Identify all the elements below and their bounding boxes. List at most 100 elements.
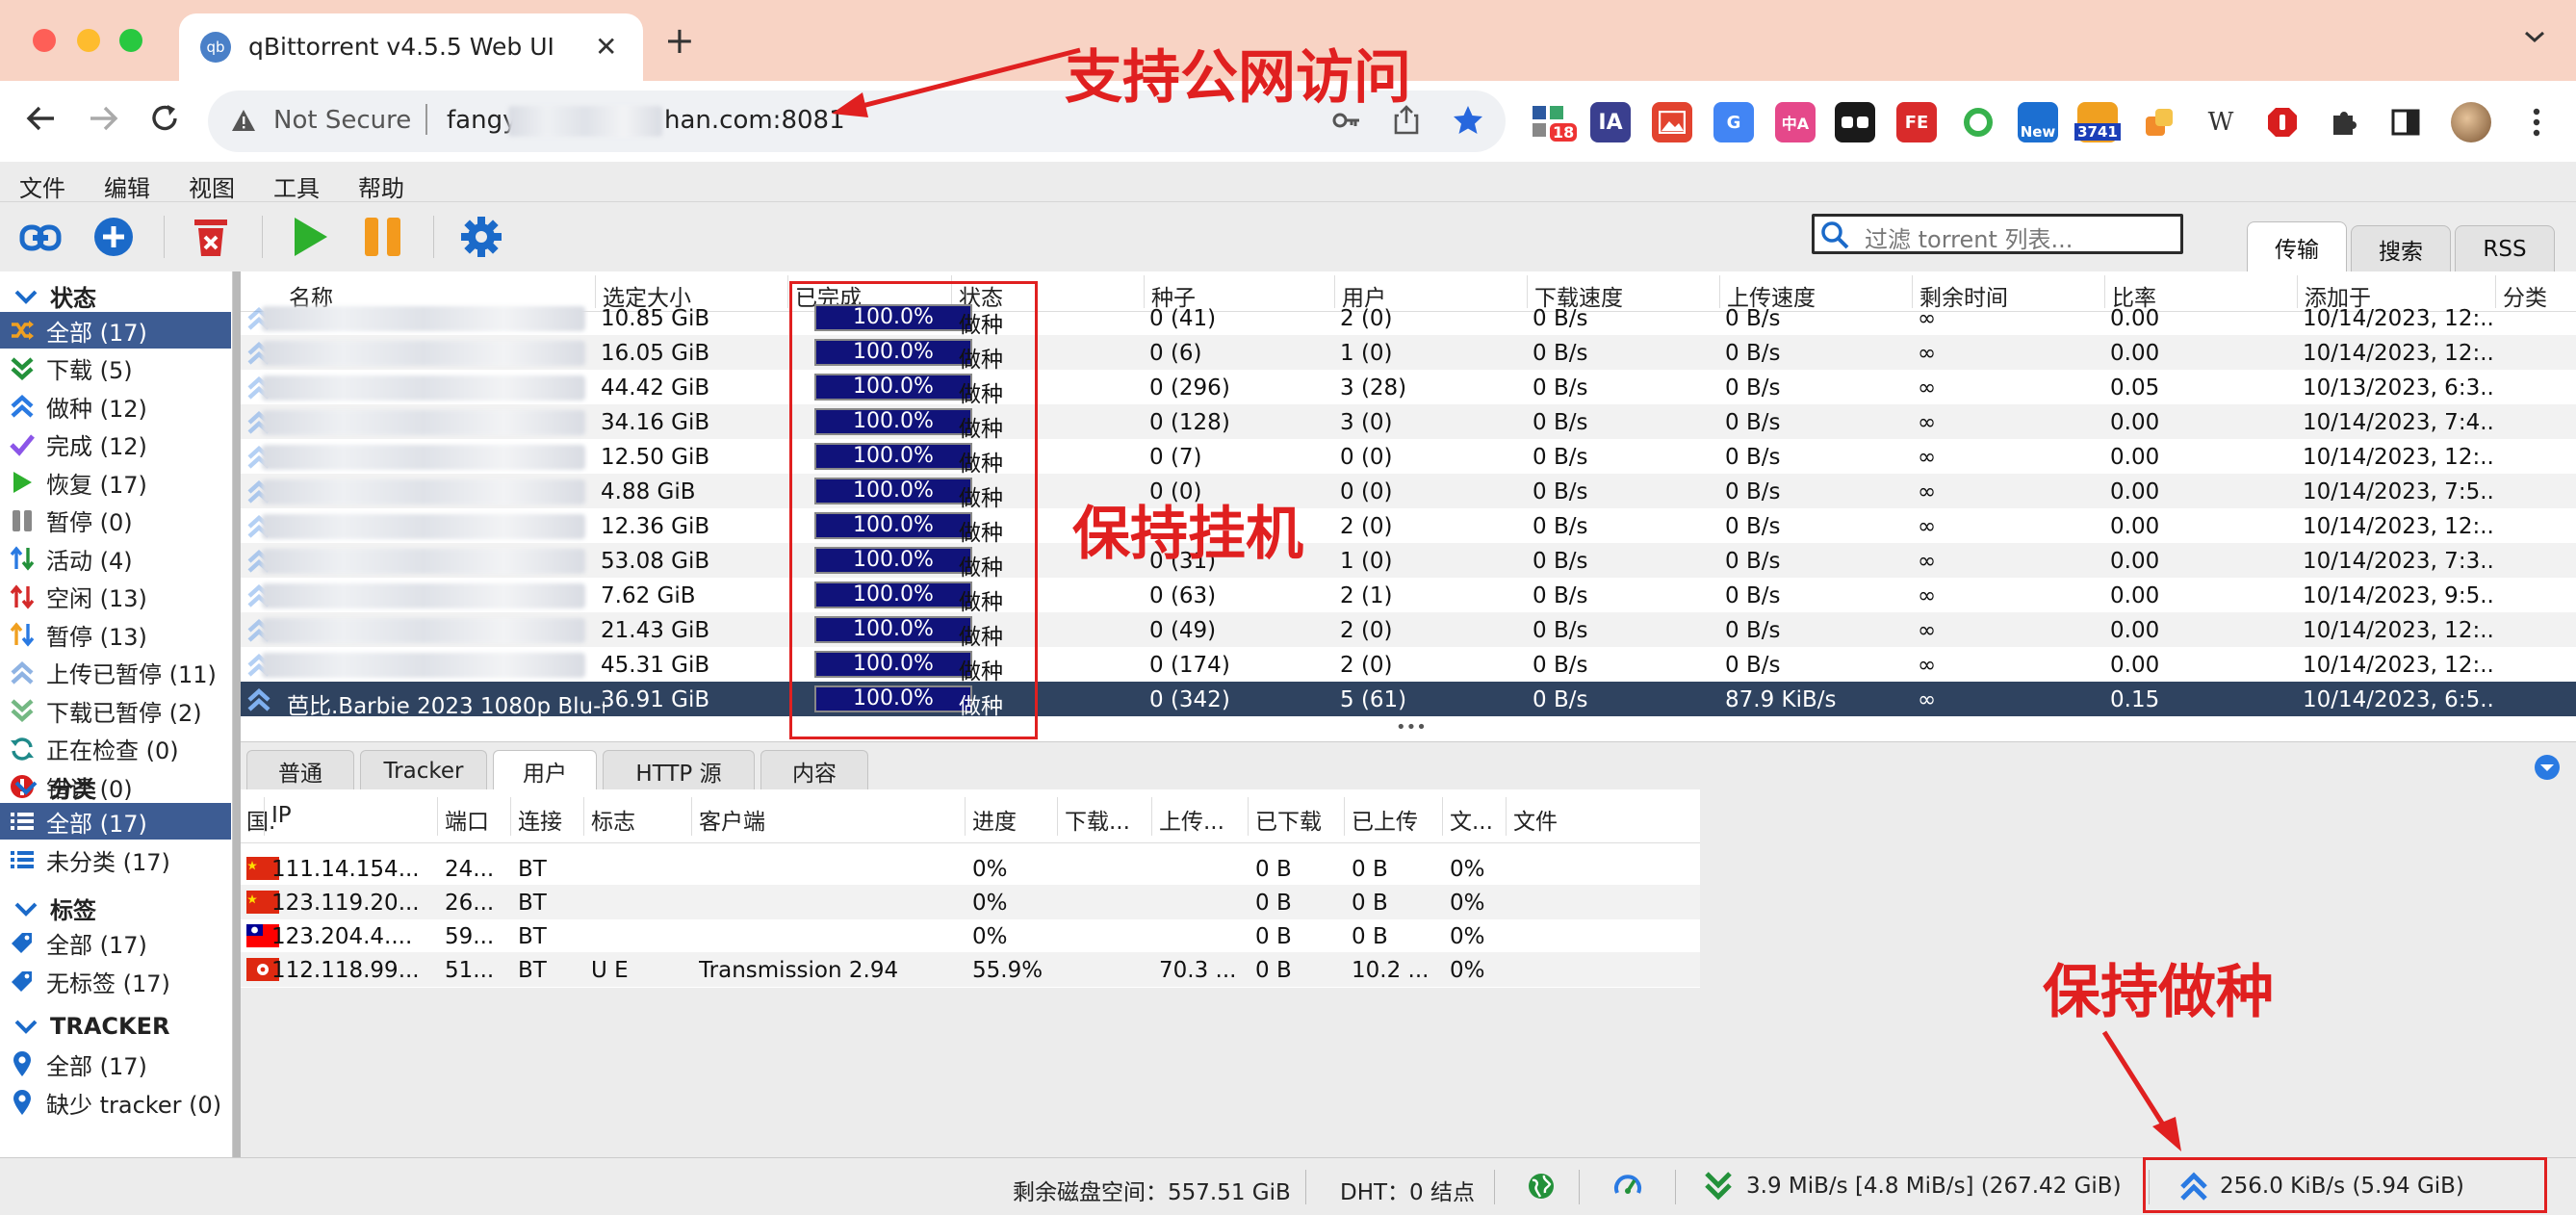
- column-divider[interactable]: [1344, 797, 1345, 836]
- profile-avatar[interactable]: [2451, 102, 2491, 142]
- status-filter-item[interactable]: 完成 (12): [0, 427, 231, 463]
- torrent-row[interactable]: 53.08 GiB 100.0% 做种 0 (31) 1 (0) 0 B/s 0 B/s ∞ 0…: [241, 543, 2576, 581]
- status-filter-item[interactable]: 下载已暂停 (2): [0, 692, 231, 729]
- torrent-row[interactable]: 12.36 GiB 100.0% 做种 2 (0) 0 B/s 0 B/s ∞ 0.00 10/…: [241, 508, 2576, 546]
- torrent-row[interactable]: 7.62 GiB 100.0% 做种 0 (63) 2 (1) 0 B/s 0 B/s ∞ 0.…: [241, 578, 2576, 615]
- ext-ring-icon[interactable]: [1958, 102, 1998, 142]
- add-torrent-icon[interactable]: [92, 216, 135, 258]
- new-tab-icon[interactable]: +: [664, 21, 695, 60]
- peer-column-header[interactable]: IP: [271, 803, 292, 828]
- ext-rss-count-icon[interactable]: 3741: [2074, 102, 2121, 142]
- status-filter-item[interactable]: 暂停 (13): [0, 616, 231, 653]
- ext-shapes-icon[interactable]: [2139, 102, 2179, 142]
- column-divider[interactable]: [437, 797, 438, 836]
- column-divider[interactable]: [510, 797, 511, 836]
- browser-tab[interactable]: qb qBittorrent v4.5.5 Web UI ✕: [179, 13, 643, 81]
- ext-glasses-icon[interactable]: [1835, 102, 1875, 142]
- category-uncategorized[interactable]: 未分类 (17): [0, 841, 231, 878]
- column-divider[interactable]: [1248, 797, 1249, 836]
- peer-column-header[interactable]: 标志: [591, 803, 635, 836]
- filter-input[interactable]: 过滤 torrent 列表...: [1812, 214, 2183, 254]
- column-divider[interactable]: [264, 797, 265, 836]
- column-divider[interactable]: [583, 797, 584, 836]
- column-divider[interactable]: [1151, 797, 1152, 836]
- ext-image-icon[interactable]: [1652, 102, 1692, 142]
- ext-mail-icon[interactable]: 18: [1531, 102, 1578, 142]
- torrent-row[interactable]: 芭比.Barbie 2023 1080p Blu-r... 36.91 GiB 10…: [241, 682, 2576, 719]
- tab-rss[interactable]: RSS: [2455, 225, 2555, 271]
- peer-column-header[interactable]: 下载...: [1065, 803, 1130, 836]
- category-section-header[interactable]: 分类: [13, 770, 96, 804]
- sidebar-splitter[interactable]: [233, 271, 241, 1157]
- ext-translate-icon[interactable]: G: [1713, 102, 1754, 142]
- ext-translate-cn-icon[interactable]: 中A: [1775, 102, 1816, 142]
- torrent-row[interactable]: 34.16 GiB 100.0% 做种 0 (128) 3 (0) 0 B/s 0 B/s ∞…: [241, 404, 2576, 442]
- status-filter-item[interactable]: 空闲 (13): [0, 579, 231, 615]
- peer-column-header[interactable]: 端口: [445, 803, 489, 836]
- torrent-row[interactable]: 21.43 GiB 100.0% 做种 0 (49) 2 (0) 0 B/s 0 B/s ∞ 0…: [241, 612, 2576, 650]
- torrent-row[interactable]: 45.31 GiB 100.0% 做种 0 (174) 2 (0) 0 B/s 0 B/s ∞…: [241, 647, 2576, 685]
- category-all[interactable]: 全部 (17): [0, 803, 231, 840]
- column-divider[interactable]: [1442, 797, 1443, 836]
- status-filter-item[interactable]: 恢复 (17): [0, 464, 231, 501]
- status-filter-item[interactable]: 活动 (4): [0, 540, 231, 577]
- ext-adblock-icon[interactable]: [2262, 102, 2303, 142]
- peer-column-header[interactable]: 已下载: [1255, 803, 1322, 836]
- back-icon[interactable]: [25, 102, 58, 135]
- torrent-row[interactable]: 44.42 GiB 100.0% 做种 0 (296) 3 (28) 0 B/s 0 B/s…: [241, 370, 2576, 407]
- peer-row[interactable]: 111.14.154... 24... BT 0% 0 B 0 B 0%: [241, 851, 1700, 886]
- status-filter-item[interactable]: 做种 (12): [0, 388, 231, 425]
- detail-tab-general[interactable]: 普通: [246, 750, 354, 790]
- column-divider[interactable]: [1506, 797, 1507, 836]
- menu-tools[interactable]: 工具: [273, 169, 320, 203]
- tracker-section-header[interactable]: TRACKER: [13, 1013, 170, 1040]
- tab-transfers[interactable]: 传输: [2247, 221, 2347, 271]
- ext-wikipedia-icon[interactable]: W: [2201, 102, 2241, 142]
- column-divider[interactable]: [1057, 797, 1058, 836]
- tag-all[interactable]: 全部 (17): [0, 924, 231, 961]
- torrent-row[interactable]: 4.88 GiB 100.0% 做种 0 (0) 0 (0) 0 B/s 0 B/s ∞ 0.0…: [241, 474, 2576, 511]
- menu-help[interactable]: 帮助: [358, 169, 404, 203]
- speed-limit-icon[interactable]: [1613, 1172, 1642, 1201]
- peer-column-header[interactable]: 上传...: [1159, 803, 1224, 836]
- tab-search[interactable]: 搜索: [2351, 225, 2451, 271]
- menu-file[interactable]: 文件: [19, 169, 65, 203]
- window-minimize-button[interactable]: [77, 29, 100, 52]
- tracker-missing[interactable]: 缺少 tracker (0): [0, 1084, 231, 1121]
- detail-tab-peers[interactable]: 用户: [493, 750, 597, 790]
- pause-icon[interactable]: [362, 216, 404, 258]
- peer-row[interactable]: 123.204.4.... 59... BT 0% 0 B 0 B 0%: [241, 918, 1700, 953]
- column-divider[interactable]: [965, 797, 966, 836]
- window-maximize-button[interactable]: [119, 29, 142, 52]
- peer-row[interactable]: 112.118.99... 51... BT U E Transmission 2.94…: [241, 952, 1700, 987]
- panel-resize-handle[interactable]: •••: [1396, 719, 1427, 733]
- status-filter-item[interactable]: 暂停 (0): [0, 503, 231, 539]
- forward-icon[interactable]: [87, 102, 119, 135]
- resume-icon[interactable]: [291, 216, 329, 258]
- tab-search-chevron-icon[interactable]: [2524, 29, 2545, 44]
- ext-new-icon[interactable]: New: [2018, 102, 2058, 142]
- warning-icon[interactable]: [231, 108, 256, 133]
- browser-menu-icon[interactable]: [2516, 102, 2557, 142]
- delete-icon[interactable]: [191, 216, 231, 258]
- torrent-row[interactable]: 12.50 GiB 100.0% 做种 0 (7) 0 (0) 0 B/s 0 B/s ∞ 0.…: [241, 439, 2576, 477]
- add-link-icon[interactable]: [19, 220, 62, 256]
- extensions-puzzle-icon[interactable]: [2324, 102, 2364, 142]
- status-filter-item[interactable]: 上传已暂停 (11): [0, 655, 231, 691]
- peer-column-header[interactable]: 进度: [972, 803, 1017, 836]
- status-filter-item[interactable]: 正在检查 (0): [0, 731, 231, 767]
- detail-tab-tracker[interactable]: Tracker: [360, 750, 487, 790]
- bookmark-star-icon[interactable]: [1452, 104, 1484, 137]
- ext-fe-icon[interactable]: FE: [1896, 102, 1937, 142]
- collapse-panel-icon[interactable]: [2534, 754, 2561, 781]
- ext-ia-icon[interactable]: IA: [1590, 102, 1631, 142]
- status-section-header[interactable]: 状态: [13, 279, 96, 313]
- column-divider[interactable]: [691, 797, 692, 836]
- tag-untagged[interactable]: 无标签 (17): [0, 963, 231, 999]
- tracker-all[interactable]: 全部 (17): [0, 1046, 231, 1082]
- tag-section-header[interactable]: 标签: [13, 892, 96, 925]
- status-filter-item[interactable]: 全部 (17): [0, 312, 231, 349]
- torrent-row[interactable]: 10.85 GiB 100.0% 做种 0 (41) 2 (0) 0 B/s 0 B/s ∞ 0…: [241, 300, 2576, 338]
- menu-view[interactable]: 视图: [189, 169, 235, 203]
- connection-globe-icon[interactable]: [1527, 1172, 1556, 1201]
